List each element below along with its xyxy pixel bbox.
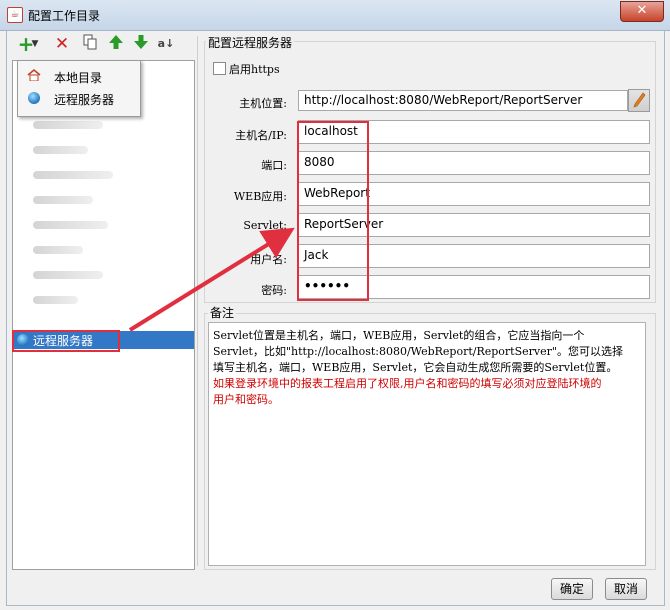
move-down-icon[interactable] (131, 34, 151, 54)
tree-item-blurred[interactable] (33, 196, 93, 204)
menu-item-local-directory[interactable]: 本地目录 (18, 66, 140, 86)
https-checkbox[interactable] (213, 62, 226, 75)
note-title: 备注 (208, 304, 237, 321)
copy-icon[interactable] (80, 34, 100, 54)
note-line: Servlet，比如"http://localhost:8080/WebRepo… (213, 345, 623, 358)
close-button[interactable]: ✕ (620, 1, 664, 22)
https-option[interactable]: 启用https (213, 61, 280, 76)
note-line: Servlet位置是主机名，端口，WEB应用，Servlet的组合，它应当指向一… (213, 329, 585, 342)
globe-icon (28, 92, 40, 104)
home-icon (27, 69, 41, 81)
port-label: 端口: (261, 159, 287, 172)
edit-url-button[interactable] (628, 89, 650, 112)
dropdown-arrow-icon[interactable]: ▼ (30, 34, 40, 54)
tree-toolbar: + ▼ ✕ a↓ (8, 34, 193, 56)
tree-item-blurred[interactable] (33, 121, 103, 129)
tree-item-blurred[interactable] (33, 146, 88, 154)
menu-item-remote-server[interactable]: 远程服务器 (18, 88, 140, 108)
menu-item-label: 本地目录 (54, 71, 103, 85)
servlet-label: Servlet: (243, 219, 287, 232)
note-warning-line: 用户和密码。 (213, 393, 279, 406)
group-title: 配置远程服务器 (206, 34, 295, 51)
java-icon: ☕ (7, 7, 23, 23)
ok-button[interactable]: 确定 (551, 578, 593, 600)
note-line: 填写主机名，端口，WEB应用，Servlet，它会自动生成您所需要的Servle… (213, 361, 618, 374)
title-bar: ☕ 配置工作目录 ✕ (0, 0, 670, 31)
host-location-label: 主机位置: (239, 97, 287, 110)
note-warning-line: 如果登录环境中的报表工程启用了权限,用户名和密码的填写必须对应登陆环境的 (213, 377, 602, 390)
tree-item-blurred[interactable] (33, 221, 108, 229)
web-app-label: WEB应用: (233, 190, 287, 203)
tree-item-blurred[interactable] (33, 171, 113, 179)
https-label: 启用https (229, 63, 280, 76)
move-up-icon[interactable] (106, 34, 126, 54)
tree-item-blurred[interactable] (33, 271, 103, 279)
password-label: 密码: (261, 284, 287, 297)
add-popup-menu: 本地目录 远程服务器 (17, 60, 141, 117)
annotation-box-fields (297, 121, 369, 301)
host-location-field[interactable]: http://localhost:8080/WebReport/ReportSe… (298, 90, 628, 111)
window-title: 配置工作目录 (28, 9, 101, 23)
splitter[interactable] (197, 36, 202, 566)
note-text-area[interactable]: Servlet位置是主机名，端口，WEB应用，Servlet的组合，它应当指向一… (208, 322, 646, 566)
tree-item-blurred[interactable] (33, 246, 83, 254)
cancel-button[interactable]: 取消 (605, 578, 647, 600)
username-label: 用户名: (250, 253, 287, 266)
delete-icon[interactable]: ✕ (52, 34, 72, 54)
directory-tree[interactable]: 远程服务器 (12, 60, 195, 570)
annotation-box-tree (12, 330, 120, 352)
menu-item-label: 远程服务器 (54, 93, 115, 107)
sort-icon[interactable]: a↓ (156, 34, 176, 54)
host-ip-label: 主机名/IP: (235, 129, 287, 142)
tree-item-blurred[interactable] (33, 296, 78, 304)
